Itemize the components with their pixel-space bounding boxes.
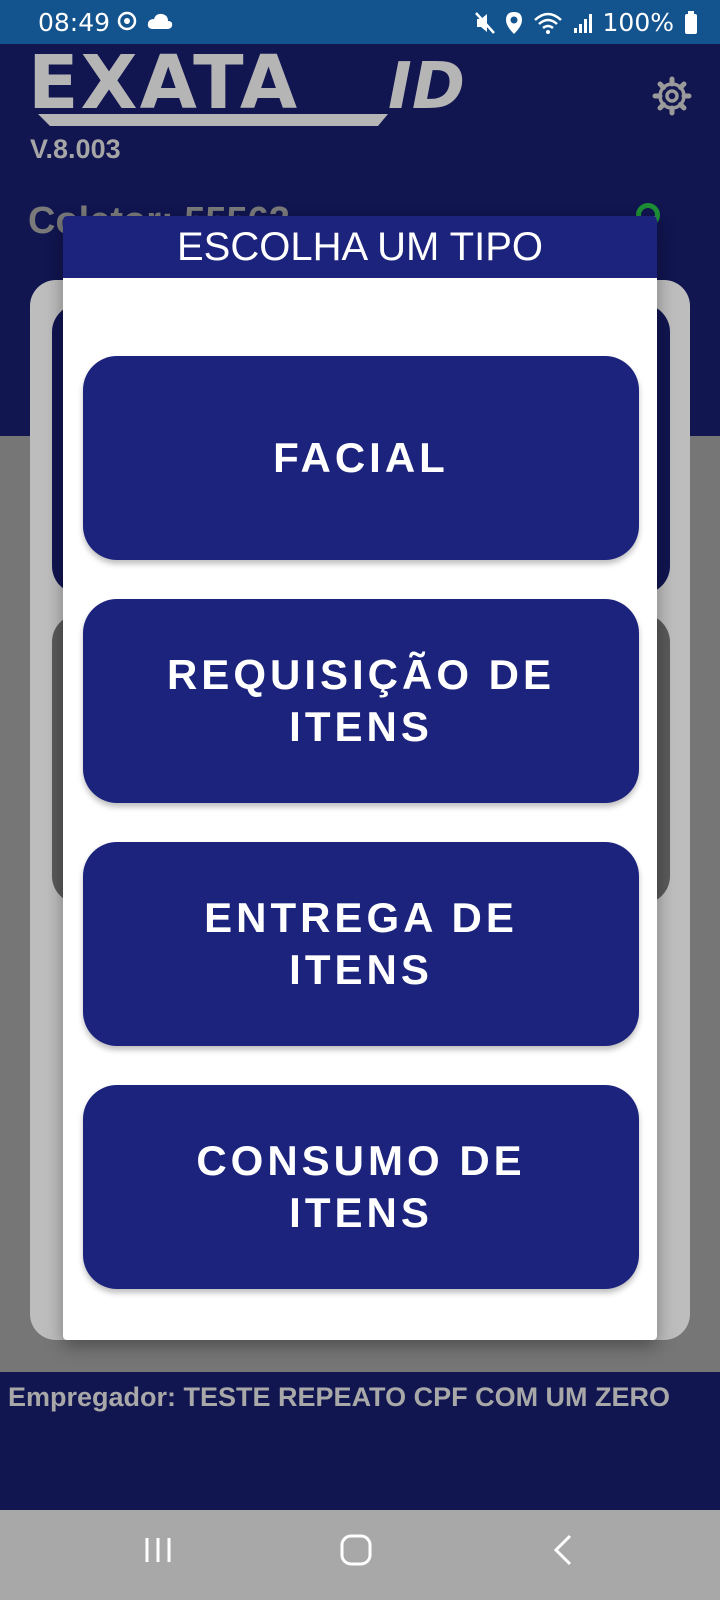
app-version: V.8.003 [30,134,121,164]
facial-button[interactable]: FACIAL [83,356,639,560]
battery-percentage: 100% [602,8,674,37]
status-bar: 08:49 100% [0,0,720,44]
choose-type-dialog: ESCOLHA UM TIPO FACIAL REQUISIÇÃO DE ITE… [63,216,657,1340]
wifi-icon [533,12,562,34]
gear-icon[interactable] [652,76,692,116]
footer: Empregador: TESTE REPEATO CPF COM UM ZER… [0,1372,720,1510]
item-request-button[interactable]: REQUISIÇÃO DE ITENS [83,599,639,803]
employer-label: Empregador: TESTE REPEATO CPF COM UM ZER… [8,1382,671,1412]
back-icon[interactable] [548,1534,580,1566]
dialog-title: ESCOLHA UM TIPO [63,216,657,278]
exata-id-logo: EXATA ID [28,52,465,126]
navigation-bar [0,1510,720,1600]
status-time: 08:49 [38,8,111,37]
signal-icon [573,13,592,33]
status-icons-left [116,10,174,32]
sync-icon [117,11,137,31]
recent-apps-icon[interactable] [142,1534,174,1566]
mute-icon [474,11,495,34]
logo-suffix: ID [388,52,465,124]
cloud-icon [147,13,173,29]
battery-icon [685,10,697,34]
location-icon [505,11,522,34]
home-icon[interactable] [340,1534,372,1566]
status-icons-right: 100% [474,8,698,37]
item-consumption-button[interactable]: CONSUMO DE ITENS [83,1085,639,1289]
item-delivery-button[interactable]: ENTREGA DE ITENS [83,842,639,1046]
